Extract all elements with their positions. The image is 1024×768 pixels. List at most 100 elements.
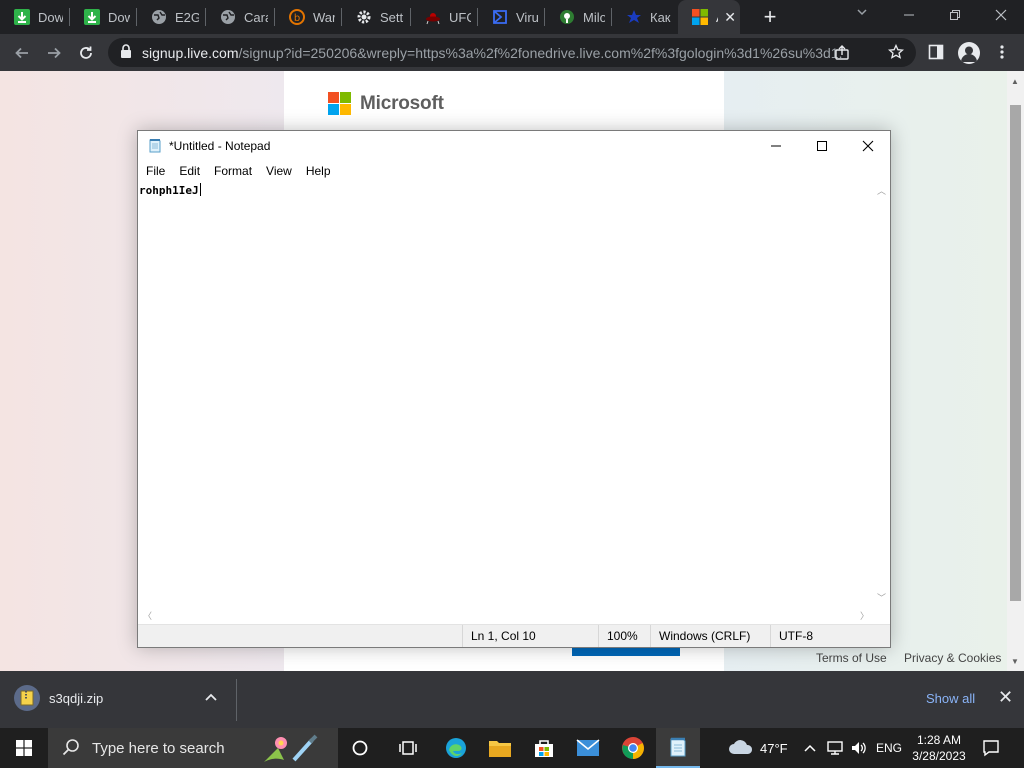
- resize-grip[interactable]: [873, 607, 890, 624]
- close-window-icon[interactable]: [978, 0, 1024, 30]
- close-tab-icon[interactable]: ✕: [724, 9, 736, 26]
- tray-overflow-icon[interactable]: [804, 728, 816, 768]
- tab-search-icon[interactable]: [856, 6, 868, 21]
- search-highlight-icon: [262, 732, 324, 767]
- microsoft-logo-icon: [328, 92, 351, 115]
- notepad-minimize-icon[interactable]: [753, 131, 799, 161]
- svg-text:b: b: [294, 13, 300, 24]
- scroll-up-icon[interactable]: ︿: [877, 184, 886, 197]
- download-icon: [14, 9, 30, 25]
- browser-tab[interactable]: Dow: [70, 0, 136, 34]
- globe-icon: [220, 9, 236, 25]
- microsoft-store-icon[interactable]: [522, 728, 566, 768]
- page-scroll-thumb[interactable]: [1010, 105, 1021, 601]
- notepad-text-area[interactable]: rohph1IeJ: [138, 181, 873, 607]
- menu-format[interactable]: Format: [207, 164, 259, 178]
- notepad-vertical-scrollbar[interactable]: ︿ ﹀: [873, 181, 890, 607]
- forward-icon[interactable]: [38, 37, 70, 69]
- search-icon: [62, 738, 80, 759]
- cortana-icon[interactable]: [338, 728, 382, 768]
- tab-title: A: [716, 10, 718, 25]
- share-icon[interactable]: [834, 45, 850, 64]
- microsoft-icon: [692, 9, 708, 25]
- browser-tab[interactable]: Dow: [0, 0, 69, 34]
- volume-icon[interactable]: [850, 728, 868, 768]
- weather-temp: 47°F: [760, 740, 788, 756]
- minimize-window-icon[interactable]: [886, 0, 932, 30]
- new-tab-icon[interactable]: +: [758, 4, 782, 30]
- tab-title: Settin: [380, 9, 404, 25]
- notepad-window: *Untitled - Notepad File Edit Format Vie…: [137, 130, 891, 648]
- taskbar-search[interactable]: Type here to search: [48, 728, 338, 768]
- menu-view[interactable]: View: [259, 164, 299, 178]
- weather-widget[interactable]: 47°F: [728, 728, 788, 768]
- browser-tab-strip: Dow Dow E2Gu Carar b Warn Settin: [0, 0, 1024, 34]
- menu-file[interactable]: File: [139, 164, 172, 178]
- address-bar[interactable]: signup.live.com/signup?id=250206&wreply=…: [108, 38, 916, 67]
- tab-title: UFO: [449, 9, 471, 25]
- notepad-taskbar-icon[interactable]: [656, 728, 700, 768]
- zip-file-icon: [14, 685, 40, 711]
- browser-tab-active[interactable]: A ✕: [678, 0, 740, 34]
- start-button[interactable]: [0, 728, 48, 768]
- zoom-level: 100%: [598, 625, 650, 647]
- notepad-icon: [147, 138, 163, 154]
- task-view-icon[interactable]: [386, 728, 430, 768]
- browser-tab[interactable]: UFO: [411, 0, 477, 34]
- menu-edit[interactable]: Edit: [172, 164, 207, 178]
- show-all-downloads-link[interactable]: Show all: [926, 691, 975, 706]
- notepad-menu-bar: File Edit Format View Help: [138, 161, 890, 181]
- url-host: signup.live.com: [142, 44, 239, 61]
- close-download-bar-icon[interactable]: ✕: [998, 687, 1013, 708]
- scroll-down-icon[interactable]: ▼: [1011, 657, 1019, 666]
- edge-icon[interactable]: [434, 728, 478, 768]
- encoding: UTF-8: [770, 625, 890, 647]
- back-icon[interactable]: [6, 37, 38, 69]
- chrome-menu-icon[interactable]: [998, 44, 1006, 63]
- url-path: /signup?id=250206&wreply=https%3a%2f%2fo…: [238, 44, 843, 61]
- browser-tab[interactable]: Settin: [342, 0, 410, 34]
- browser-tab[interactable]: Carar: [206, 0, 274, 34]
- scroll-up-icon[interactable]: ▲: [1011, 77, 1019, 86]
- download-options-icon[interactable]: [205, 690, 217, 704]
- gear-icon: [356, 9, 372, 25]
- scroll-right-icon[interactable]: 〉: [860, 609, 869, 622]
- browser-tab[interactable]: Как з: [612, 0, 678, 34]
- terms-link[interactable]: Terms of Use: [816, 651, 887, 665]
- warning-site-icon: b: [289, 9, 305, 25]
- tab-title: Milo: [583, 9, 605, 25]
- notifications-icon[interactable]: [982, 728, 1000, 768]
- notepad-maximize-icon[interactable]: [799, 131, 845, 161]
- notepad-close-icon[interactable]: [845, 131, 891, 161]
- tab-title: Dow: [108, 9, 130, 25]
- browser-tab[interactable]: E2Gu: [137, 0, 205, 34]
- reload-icon[interactable]: [70, 37, 102, 69]
- notepad-text: rohph1IeJ: [139, 184, 199, 197]
- browser-tab[interactable]: Virus: [478, 0, 544, 34]
- privacy-link[interactable]: Privacy & Cookies: [904, 651, 1001, 665]
- taskbar-clock[interactable]: 1:28 AM 3/28/2023: [908, 732, 970, 764]
- scroll-left-icon[interactable]: 〈: [143, 609, 152, 622]
- restore-window-icon[interactable]: [932, 0, 978, 30]
- browser-tab[interactable]: b Warn: [275, 0, 341, 34]
- mail-icon[interactable]: [566, 728, 610, 768]
- bookmark-star-icon[interactable]: [887, 43, 905, 63]
- browser-tab[interactable]: Milo: [545, 0, 611, 34]
- notepad-title-bar[interactable]: *Untitled - Notepad: [138, 131, 890, 161]
- file-explorer-icon[interactable]: [478, 728, 522, 768]
- cloud-icon: [728, 738, 754, 759]
- lock-icon[interactable]: [120, 44, 132, 61]
- side-panel-icon[interactable]: [928, 44, 944, 63]
- download-item[interactable]: s3qdji.zip: [14, 685, 103, 711]
- windows-taskbar: Type here to search 47°F ENG 1:28 AM 3/2…: [0, 728, 1024, 768]
- page-scrollbar[interactable]: ▲ ▼: [1007, 71, 1024, 671]
- search-placeholder: Type here to search: [92, 739, 225, 757]
- menu-help[interactable]: Help: [299, 164, 338, 178]
- scroll-down-icon[interactable]: ﹀: [877, 591, 886, 604]
- profile-avatar[interactable]: [958, 42, 980, 64]
- star-site-icon: [626, 9, 642, 25]
- chrome-icon[interactable]: [611, 728, 655, 768]
- network-icon[interactable]: [826, 728, 844, 768]
- notepad-horizontal-scrollbar[interactable]: 〈 〉: [138, 607, 873, 624]
- input-language[interactable]: ENG: [876, 728, 902, 768]
